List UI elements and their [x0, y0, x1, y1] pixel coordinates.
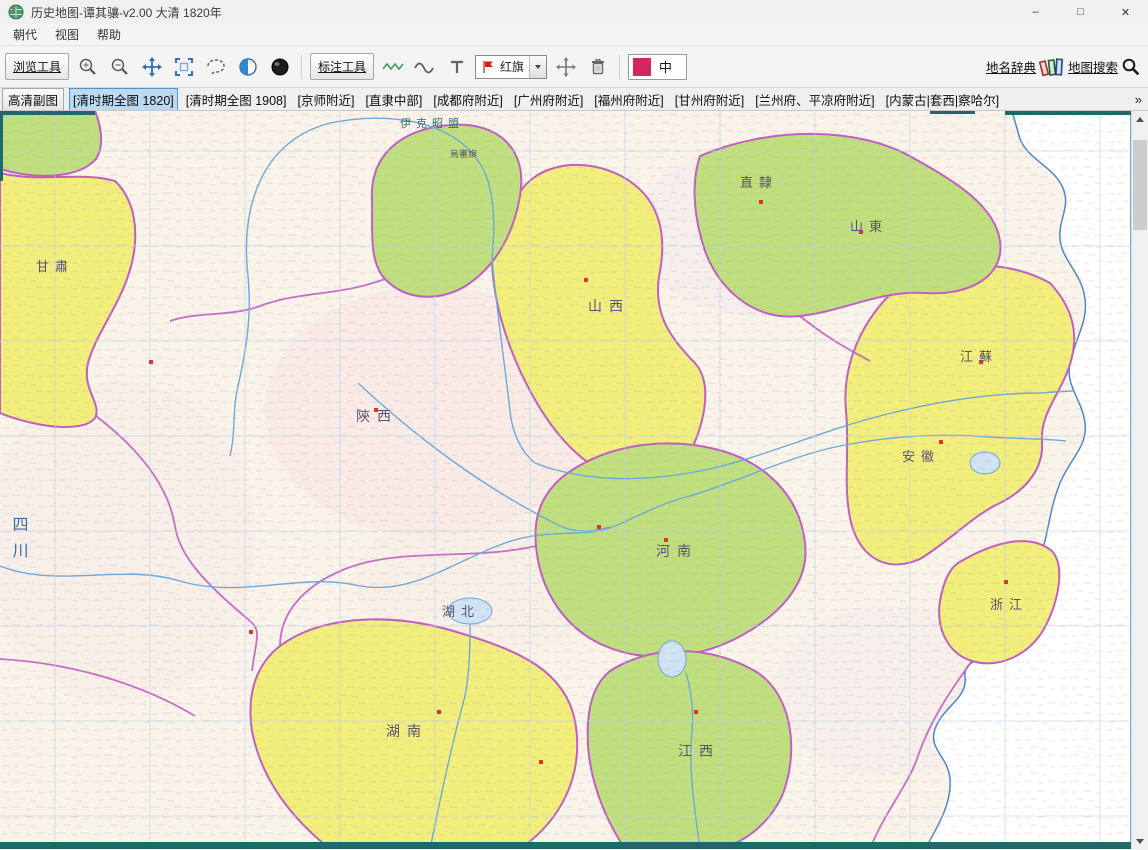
- tab-zhili-central[interactable]: [直隶中部]: [362, 89, 425, 110]
- lasso-select-icon: [205, 57, 227, 77]
- map-label: 浙江: [990, 597, 1028, 612]
- browse-tools-button[interactable]: 浏览工具: [5, 53, 70, 80]
- map-canvas[interactable]: 伊克昭盟 烏審旗 山西 陝西 河南 湖北 湖南 江西 安徽 江蘇 浙江 山東 直…: [0, 111, 1131, 849]
- toolbar-separator: [301, 54, 303, 79]
- fit-view-button[interactable]: [170, 53, 197, 80]
- scroll-up-arrow-icon: [1136, 117, 1144, 122]
- wave-line-icon: [381, 59, 405, 75]
- zoom-in-icon: [78, 57, 98, 77]
- dark-sphere-icon: [270, 57, 290, 77]
- trash-icon: [589, 57, 607, 77]
- red-flag-icon: [480, 59, 495, 75]
- window-controls: – □ ✕: [1013, 0, 1148, 24]
- map-text-noise: [0, 111, 1131, 842]
- map-label: 湖南: [386, 723, 428, 739]
- app-window: 历史地图-谭其骧-v2.00 大清 1820年 – □ ✕ 朝代 视图 帮助 浏…: [0, 0, 1148, 850]
- curve-line-button[interactable]: [411, 53, 438, 80]
- toolbar-separator: [619, 54, 621, 79]
- tab-qing-1908[interactable]: [清时期全图 1908]: [183, 89, 290, 110]
- minimize-button[interactable]: –: [1013, 0, 1058, 24]
- move-annotation-button[interactable]: [552, 53, 579, 80]
- map-label: 湖北: [442, 604, 480, 619]
- flag-style-select[interactable]: 红旗: [475, 54, 548, 79]
- tab-chengdu[interactable]: [成都府附近]: [430, 89, 505, 110]
- text-tool-icon: [448, 58, 466, 76]
- contrast-sphere-button[interactable]: [234, 53, 261, 80]
- scroll-up-button[interactable]: [1132, 111, 1148, 128]
- map-label: 山東: [850, 219, 888, 234]
- flag-style-dropdown-arrow[interactable]: [529, 55, 547, 78]
- title-bar[interactable]: 历史地图-谭其骧-v2.00 大清 1820年 – □ ✕: [0, 0, 1148, 24]
- map-label: 江西: [678, 743, 720, 759]
- toolbar: 浏览工具 标注工具 红旗 中 地名辞典 地图搜索: [0, 46, 1148, 88]
- app-icon: [8, 4, 24, 20]
- toolbar-right-group: 地名辞典 地图搜索: [986, 56, 1143, 78]
- scrollbar-thumb[interactable]: [1133, 140, 1147, 230]
- menu-help[interactable]: 帮助: [88, 24, 130, 45]
- flag-style-value: 红旗: [500, 60, 525, 74]
- marker-color-swatch: [633, 57, 652, 76]
- tab-jingshi[interactable]: [京师附近]: [294, 89, 357, 110]
- map-vertical-scrollbar[interactable]: [1131, 111, 1148, 850]
- zoom-in-button[interactable]: [74, 53, 101, 80]
- map-search-button[interactable]: 地图搜索: [1068, 57, 1118, 76]
- place-dictionary-button[interactable]: 地名辞典: [986, 57, 1036, 76]
- pan-button[interactable]: [138, 53, 165, 80]
- map-label: 烏審旗: [450, 148, 477, 159]
- map-label: 四川: [10, 516, 29, 568]
- map-label: 河南: [656, 543, 698, 559]
- marker-preview-box[interactable]: 中: [628, 53, 688, 80]
- move-icon: [555, 56, 576, 77]
- maximize-button[interactable]: □: [1058, 0, 1103, 24]
- menu-dynasty[interactable]: 朝代: [4, 24, 46, 45]
- tab-hd-submap[interactable]: 高清副图: [2, 88, 65, 110]
- books-icon: [1038, 56, 1065, 78]
- tab-lanzhou-pingliang[interactable]: [兰州府、平凉府附近]: [752, 89, 877, 110]
- map-label: 安徽: [902, 449, 940, 464]
- map-label: 江蘇: [960, 349, 998, 364]
- zoom-out-icon: [110, 57, 130, 77]
- tab-neimenggu[interactable]: [内蒙古|套西|察哈尔]: [883, 89, 1002, 110]
- delete-annotation-button[interactable]: [584, 53, 611, 80]
- scrollbar-track[interactable]: [1132, 128, 1148, 833]
- tab-overflow-chevron[interactable]: »: [1131, 92, 1146, 107]
- marker-text: 中: [659, 60, 673, 75]
- tab-ganzhou[interactable]: [甘州府附近]: [672, 89, 747, 110]
- fit-view-icon: [174, 57, 194, 77]
- tab-fuzhou[interactable]: [福州府附近]: [591, 89, 666, 110]
- scroll-down-button[interactable]: [1132, 833, 1148, 850]
- scroll-down-arrow-icon: [1136, 839, 1144, 844]
- map-viewport: 伊克昭盟 烏審旗 山西 陝西 河南 湖北 湖南 江西 安徽 江蘇 浙江 山東 直…: [0, 111, 1148, 850]
- lasso-select-button[interactable]: [202, 53, 229, 80]
- text-tool-button[interactable]: [443, 53, 470, 80]
- map-label: 直隸: [740, 175, 778, 190]
- map-label: 甘肅: [36, 259, 74, 274]
- map-label: 伊克昭盟: [400, 117, 464, 130]
- map-label: 山西: [588, 298, 630, 314]
- window-title: 历史地图-谭其骧-v2.00 大清 1820年: [31, 5, 222, 20]
- zoom-out-button[interactable]: [106, 53, 133, 80]
- curve-line-icon: [413, 59, 437, 75]
- search-icon: [1121, 57, 1141, 77]
- menu-view[interactable]: 视图: [46, 24, 88, 45]
- contrast-sphere-icon: [238, 57, 258, 77]
- tab-qing-1820[interactable]: [清时期全图 1820]: [69, 88, 178, 110]
- annotate-tools-button[interactable]: 标注工具: [310, 53, 375, 80]
- dark-sphere-button[interactable]: [266, 53, 293, 80]
- map-label: 陝西: [356, 408, 398, 424]
- tab-guangzhou[interactable]: [广州府附近]: [511, 89, 586, 110]
- menu-bar: 朝代 视图 帮助: [0, 24, 1148, 46]
- close-button[interactable]: ✕: [1103, 0, 1148, 24]
- wave-line-button[interactable]: [379, 53, 406, 80]
- pan-icon: [141, 56, 162, 77]
- map-tab-bar: 高清副图 [清时期全图 1820] [清时期全图 1908] [京师附近] [直…: [0, 88, 1148, 111]
